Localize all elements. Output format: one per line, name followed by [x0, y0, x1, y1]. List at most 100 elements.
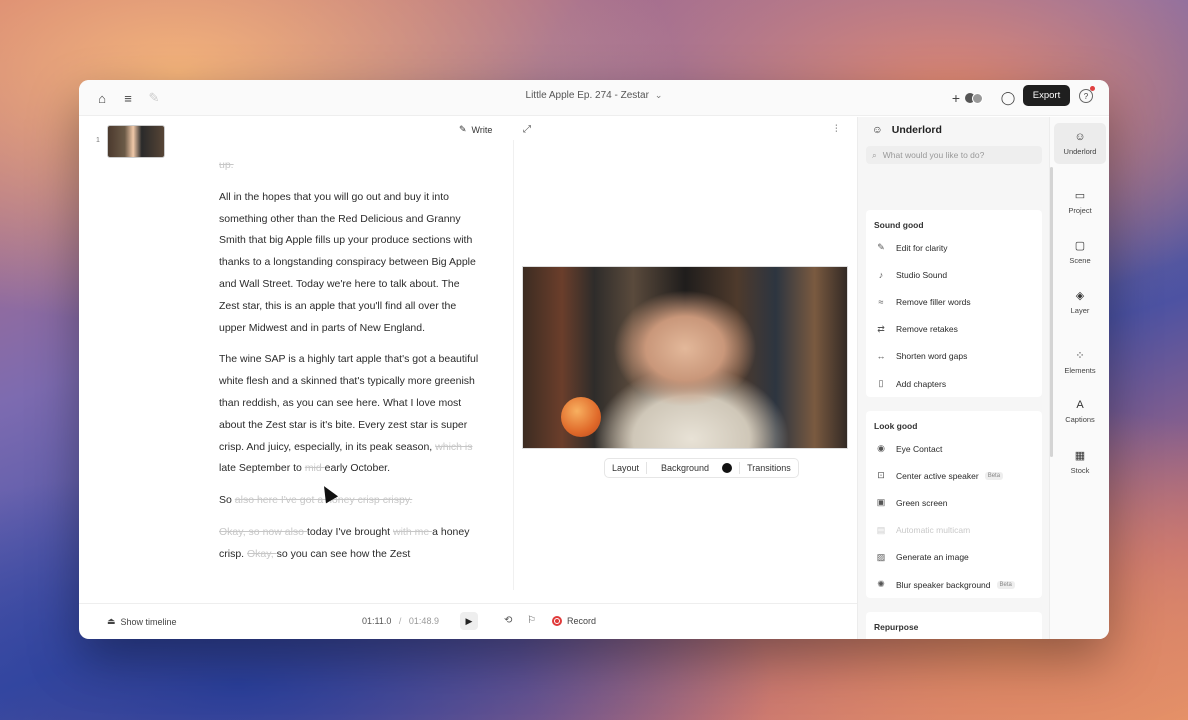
video-preview[interactable] — [522, 266, 848, 449]
transitions-button[interactable]: Transitions — [740, 463, 798, 473]
bookmark-icon[interactable]: ⚐ — [527, 615, 536, 626]
timeline-icon: ⏏ — [107, 616, 116, 626]
transcript-paragraph[interactable]: So also here I've got a honey crisp cris… — [219, 490, 479, 512]
transcript-text[interactable]: up. All in the hopes that you will go out… — [219, 155, 479, 576]
section-sound-good: Sound good ✎ Edit for clarity ♪ Studio Sound… — [866, 210, 1042, 398]
tool-green-screen[interactable]: ▣ Green screen — [866, 489, 1042, 516]
avatars[interactable] — [961, 89, 987, 107]
transcript-text-segment[interactable]: So — [219, 494, 235, 506]
background-button[interactable]: Background — [647, 463, 739, 473]
tool-generate-an-image[interactable]: ▨ Generate an image — [866, 544, 1042, 571]
captions-icon: A — [1076, 399, 1084, 411]
nav-underlord[interactable]: ☺ Underlord — [1054, 123, 1106, 164]
tool-remove-filler-words[interactable]: ≈ Remove filler words — [866, 288, 1042, 315]
preview-controls: Layout Background Transitions — [604, 458, 799, 478]
tool-label: Blur speaker background — [896, 579, 991, 590]
comment-icon[interactable]: ◯ — [999, 89, 1017, 107]
write-button[interactable]: ✎ Write — [459, 124, 492, 135]
transcript-paragraph[interactable]: The wine SAP is a highly tart apple that… — [219, 349, 479, 480]
underlord-search-input[interactable]: ⌕ What would you like to do? — [866, 146, 1042, 164]
section-look-good: Look good ◉ Eye Contact ⊡ Center active spea… — [866, 411, 1042, 599]
tool-create-clips[interactable]: ✂Create clips — [866, 636, 1042, 639]
show-timeline-button[interactable]: ⏏ Show timeline — [107, 616, 177, 627]
tool-center-active-speaker[interactable]: ⊡ Center active speaker Beta — [866, 462, 1042, 489]
app-window: ⌂ ≡ ✎ Little Apple Ep. 274 - Zestar ⌄ + ◯… — [79, 80, 1109, 639]
loop-icon[interactable]: ⟲ — [504, 615, 512, 626]
tool-label: Automatic multicam — [896, 525, 971, 536]
transcript-text-segment[interactable]: early October. — [325, 462, 390, 474]
transcript-text-segment[interactable]: so you can see how the Zest — [277, 548, 411, 560]
background-color-swatch — [722, 463, 733, 473]
help-icon[interactable]: ? — [1079, 89, 1093, 103]
robot-icon: ☺ — [872, 124, 883, 136]
write-icon: ✎ — [459, 124, 467, 134]
deleted-text[interactable]: up. — [219, 159, 234, 171]
tool-edit-for-clarity[interactable]: ✎ Edit for clarity — [866, 234, 1042, 261]
project-title-text: Little Apple Ep. 274 - Zestar — [525, 90, 649, 101]
notification-dot — [1090, 86, 1095, 91]
nav-label: Stock — [1070, 466, 1090, 475]
transcript-paragraph[interactable]: up. — [219, 155, 479, 177]
side-nav: ☺ Underlord ▭ Project ▢ Scene ◈ Layer ⁘ Elements A… — [1049, 117, 1109, 639]
tool-label: Shorten word gaps — [896, 351, 968, 362]
top-bar: ⌂ ≡ ✎ Little Apple Ep. 274 - Zestar ⌄ + ◯… — [79, 80, 1109, 116]
deleted-text[interactable]: Okay, — [247, 548, 277, 560]
layout-button[interactable]: Layout — [605, 463, 646, 473]
nav-elements[interactable]: ⁘ Elements — [1050, 349, 1109, 375]
nav-scene[interactable]: ▢ Scene — [1050, 239, 1109, 265]
section-title: Look good — [874, 421, 918, 431]
project-icon: ▭ — [1074, 190, 1086, 202]
deleted-text[interactable]: with me — [393, 526, 432, 538]
deleted-text[interactable]: mid — [305, 462, 325, 474]
tool-remove-retakes[interactable]: ⇄ Remove retakes — [866, 316, 1042, 343]
tool-eye-contact[interactable]: ◉ Eye Contact — [866, 435, 1042, 462]
tool-label: Remove filler words — [896, 296, 971, 307]
record-icon — [552, 616, 562, 626]
underlord-title: Underlord — [891, 124, 942, 136]
tool-label: Remove retakes — [896, 324, 958, 335]
nav-stock[interactable]: ▦ Stock — [1050, 449, 1109, 475]
transcript-text-segment[interactable]: The wine SAP is a highly tart apple that… — [219, 353, 478, 452]
underlord-panel: ☺ Underlord ⌕ What would you like to do?… — [857, 117, 1049, 639]
play-button[interactable]: ▶ — [460, 612, 478, 630]
nav-captions[interactable]: A Captions — [1050, 399, 1109, 424]
tool-studio-sound[interactable]: ♪ Studio Sound — [866, 261, 1042, 288]
transcript-text-segment[interactable]: All in the hopes that you will go out an… — [219, 191, 476, 334]
tool-blur-speaker-background[interactable]: ✺ Blur speaker background Beta — [866, 571, 1042, 598]
nav-layer[interactable]: ◈ Layer — [1050, 289, 1109, 315]
panel-divider — [513, 140, 514, 590]
transcript-text-segment[interactable]: late September to — [219, 462, 305, 474]
tool-icon: ▯ — [878, 378, 884, 389]
tool-icon: ◉ — [877, 443, 885, 454]
export-button[interactable]: Export — [1023, 85, 1070, 106]
total-time: 01:48.9 — [408, 616, 439, 626]
tool-label: Eye Contact — [896, 443, 943, 454]
search-icon: ⌕ — [872, 149, 877, 160]
transcript-paragraph[interactable]: Okay, so now also today I've brought wit… — [219, 522, 479, 566]
nav-label: Scene — [1069, 256, 1091, 265]
layout-toggle-icon[interactable]: ⫶ — [835, 124, 838, 135]
layer-icon: ◈ — [1075, 290, 1085, 302]
tool-automatic-multicam[interactable]: ▤ Automatic multicam — [866, 517, 1042, 544]
deleted-text[interactable]: Okay, so now also — [219, 526, 307, 538]
record-button[interactable]: Record — [552, 616, 596, 626]
background-label: Background — [661, 463, 710, 473]
deleted-text[interactable]: which is — [435, 441, 472, 453]
scene-thumbnail[interactable] — [107, 125, 165, 158]
transcript-text-segment[interactable]: today I've brought — [307, 526, 393, 538]
tool-icon: ≈ — [878, 296, 884, 307]
show-timeline-label: Show timeline — [120, 616, 177, 627]
apple-in-hand — [561, 397, 601, 437]
resize-icon[interactable]: ⤢ — [523, 124, 531, 135]
nav-label: Project — [1068, 206, 1092, 215]
tool-icon: ⇄ — [877, 323, 885, 334]
underlord-icon: ☺ — [1074, 131, 1086, 143]
tool-label: Edit for clarity — [896, 242, 948, 253]
tool-shorten-word-gaps[interactable]: ↔ Shorten word gaps — [866, 343, 1042, 370]
nav-project[interactable]: ▭ Project — [1050, 189, 1109, 215]
elements-icon: ⁘ — [1075, 350, 1085, 362]
scene-icon: ▢ — [1074, 240, 1086, 252]
tool-add-chapters[interactable]: ▯ Add chapters — [866, 370, 1042, 397]
tool-label: Generate an image — [896, 552, 969, 563]
transcript-paragraph[interactable]: All in the hopes that you will go out an… — [219, 187, 479, 340]
